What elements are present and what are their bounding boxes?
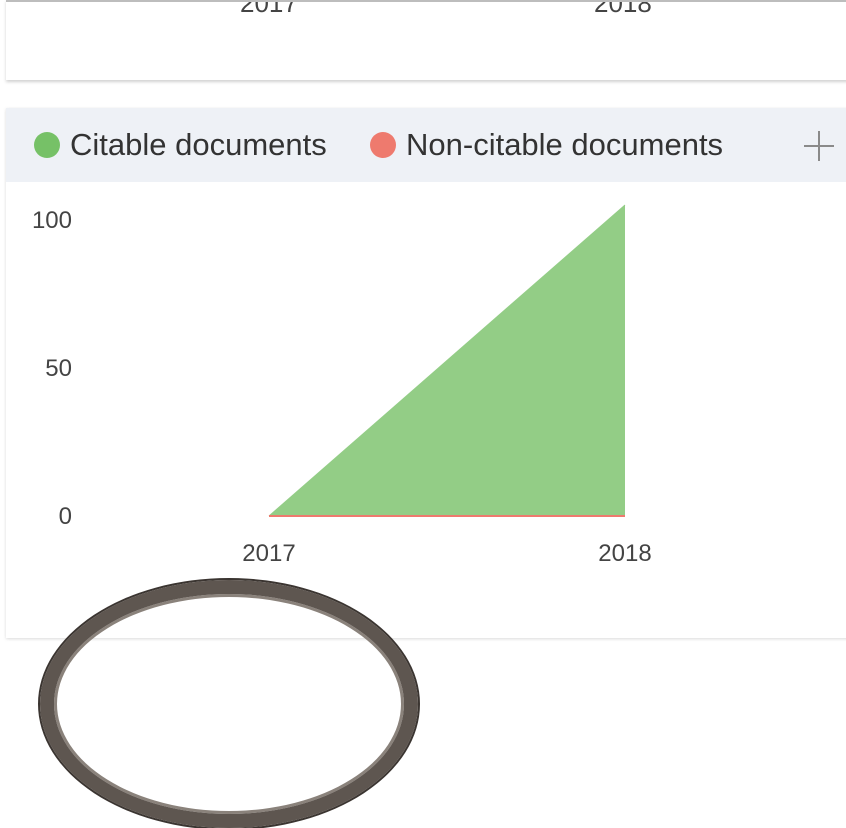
y-tick-label: 50: [45, 355, 72, 382]
previous-chart-x-tick: 2018: [594, 0, 652, 18]
area-chart: 0 50 100 2017 2018: [32, 204, 652, 567]
documents-chart-card: Citable documents Non-citable documents …: [6, 108, 846, 638]
y-tick-label: 0: [59, 503, 72, 530]
previous-chart-card: 2017 2018: [6, 0, 846, 80]
y-tick-label: 100: [32, 207, 72, 234]
x-tick-label: 2018: [598, 540, 651, 567]
previous-chart-x-tick: 2017: [240, 0, 298, 18]
overlay-ring-object: [40, 580, 418, 828]
x-tick-label: 2017: [242, 540, 295, 567]
